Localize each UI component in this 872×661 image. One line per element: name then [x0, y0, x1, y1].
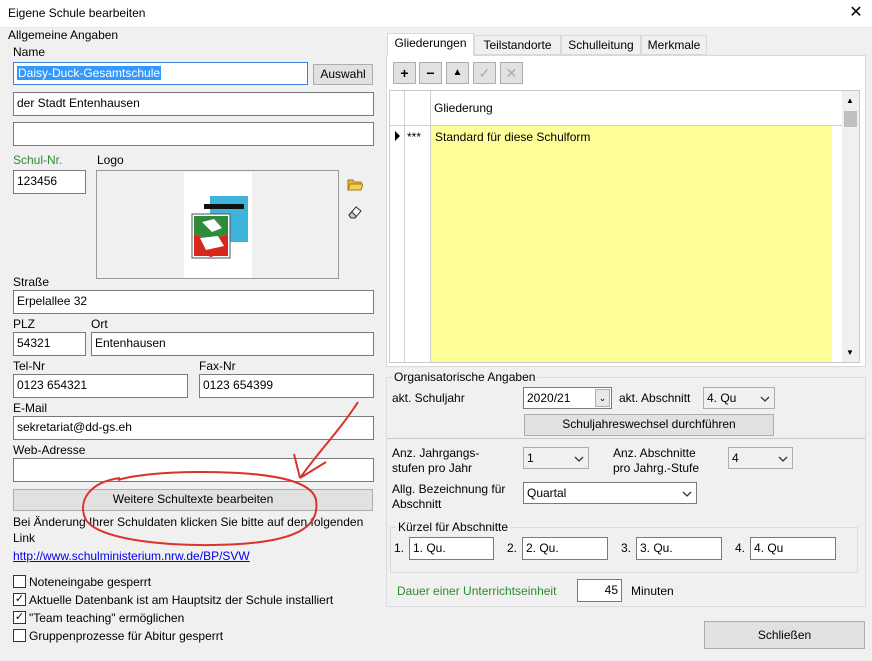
sections-count-label: Anz. Abschnitte pro Jahrg.-Stufe [613, 446, 700, 475]
school-nr-input[interactable]: 123456 [13, 170, 86, 194]
chevron-down-icon [574, 452, 584, 462]
abbrev-input-4[interactable]: 4. Qu [750, 537, 836, 560]
city-input[interactable]: Entenhausen [91, 332, 374, 356]
close-icon[interactable]: ✕ [846, 3, 866, 23]
name2-input[interactable]: der Stadt Entenhausen [13, 92, 374, 116]
section-label: akt. Abschnitt [619, 391, 691, 405]
window-title: Eigene Schule bearbeiten [8, 6, 146, 20]
school-year-label: akt. Schuljahr [392, 391, 465, 405]
eraser-icon[interactable] [347, 205, 363, 219]
name-label: Name [13, 45, 46, 59]
fax-input[interactable]: 0123 654399 [199, 374, 374, 398]
tab-schulleitung[interactable]: Schulleitung [561, 35, 641, 55]
email-label: E-Mail [13, 401, 48, 415]
lesson-duration-label: Dauer einer Unterrichtseinheit [397, 584, 557, 598]
remove-icon[interactable]: − [419, 62, 442, 84]
chevron-down-icon [760, 392, 770, 402]
abbrev-group-title: Kürzel für Abschnitte [396, 520, 511, 534]
abbrev-num-3: 3. [621, 541, 632, 555]
scroll-down-icon[interactable]: ▼ [846, 348, 854, 357]
tel-label: Tel-Nr [13, 359, 45, 373]
abbrev-num-1: 1. [394, 541, 405, 555]
school-year-combo[interactable]: 2020/21 ⌄ [523, 387, 612, 409]
checkbox-main-site-db-label: Aktuelle Datenbank ist am Hauptsitz der … [29, 593, 334, 607]
fax-label: Fax-Nr [199, 359, 236, 373]
tab-gliederungen[interactable]: Gliederungen [387, 33, 474, 56]
confirm-icon[interactable]: ✓ [473, 62, 496, 84]
scroll-thumb[interactable] [844, 111, 857, 127]
folder-icon[interactable] [347, 177, 364, 191]
grid-row-highlight [431, 126, 832, 362]
zip-label: PLZ [13, 317, 36, 331]
school-year-change-button[interactable]: Schuljahreswechsel durchführen [524, 414, 774, 436]
ministry-link[interactable]: http://www.schulministerium.nrw.de/BP/SV… [13, 549, 250, 563]
grid-scrollbar[interactable]: ▲ ▼ [842, 91, 859, 362]
logo-image [184, 172, 252, 278]
close-button[interactable]: Schließen [704, 621, 865, 649]
tab-merkmale[interactable]: Merkmale [641, 35, 707, 55]
checkbox-grade-entry-locked[interactable] [13, 575, 26, 588]
chevron-down-icon[interactable]: ⌄ [595, 389, 610, 407]
abbrev-input-2[interactable]: 2. Qu. [522, 537, 608, 560]
sections-count-select[interactable]: 4 [728, 447, 793, 469]
logo-label: Logo [97, 153, 124, 167]
org-divider [387, 438, 865, 439]
abbrev-input-1[interactable]: 1. Qu. [409, 537, 494, 560]
info-text: Bei Änderung Ihrer Schuldaten klicken Si… [13, 515, 364, 545]
checkbox-grade-entry-locked-label: Noteneingabe gesperrt [29, 575, 152, 589]
chevron-down-icon [682, 487, 692, 497]
logo-frame[interactable] [96, 170, 339, 279]
cancel-icon[interactable]: ✕ [500, 62, 523, 84]
checkbox-main-site-db[interactable]: ✓ [13, 593, 26, 606]
abbrev-num-2: 2. [507, 541, 518, 555]
zip-input[interactable]: 54321 [13, 332, 86, 356]
more-school-texts-button[interactable]: Weitere Schultexte bearbeiten [13, 489, 373, 511]
abbrev-input-3[interactable]: 3. Qu. [636, 537, 722, 560]
street-input[interactable]: Erpelallee 32 [13, 290, 374, 314]
tel-input[interactable]: 0123 654321 [13, 374, 188, 398]
add-icon[interactable]: + [393, 62, 416, 84]
grid-column-header: Gliederung [434, 101, 493, 115]
org-group-title: Organisatorische Angaben [392, 370, 538, 384]
checkbox-group-processes-locked-label: Gruppenprozesse für Abitur gesperrt [29, 629, 224, 643]
grid-indicator-divider [404, 91, 405, 362]
tab-teilstandorte[interactable]: Teilstandorte [474, 35, 561, 55]
name3-input[interactable] [13, 122, 374, 146]
section-name-label: Allg. Bezeichnung für Abschnitt [392, 482, 506, 511]
checkbox-team-teaching[interactable]: ✓ [13, 611, 26, 624]
email-input[interactable]: sekretariat@dd-gs.eh [13, 416, 374, 440]
street-label: Straße [13, 275, 50, 289]
lesson-duration-input[interactable]: 45 [577, 579, 622, 602]
web-label: Web-Adresse [13, 443, 86, 457]
chevron-down-icon [778, 452, 788, 462]
grid-row-marker: *** [407, 130, 422, 144]
checkbox-team-teaching-label: "Team teaching" ermöglichen [29, 611, 185, 625]
minutes-label: Minuten [631, 584, 674, 598]
city-label: Ort [91, 317, 108, 331]
scroll-up-icon[interactable]: ▲ [846, 96, 854, 105]
web-input[interactable] [13, 458, 374, 482]
move-up-icon[interactable]: ▲ [446, 62, 469, 84]
grade-levels-select[interactable]: 1 [523, 447, 589, 469]
name-input[interactable]: Daisy-Duck-Gesamtschule [13, 62, 308, 85]
checkbox-group-processes-locked[interactable] [13, 629, 26, 642]
general-group-title: Allgemeine Angaben [8, 28, 119, 42]
table-row[interactable]: Standard für diese Schulform [435, 130, 590, 144]
section-select[interactable]: 4. Qu [703, 387, 775, 409]
select-button[interactable]: Auswahl [313, 64, 373, 85]
school-nr-label: Schul-Nr. [13, 153, 63, 167]
row-pointer-icon [395, 131, 400, 141]
abbrev-num-4: 4. [735, 541, 746, 555]
section-name-combo[interactable]: Quartal [523, 482, 697, 504]
grade-levels-label: Anz. Jahrgangs- stufen pro Jahr [392, 446, 480, 475]
